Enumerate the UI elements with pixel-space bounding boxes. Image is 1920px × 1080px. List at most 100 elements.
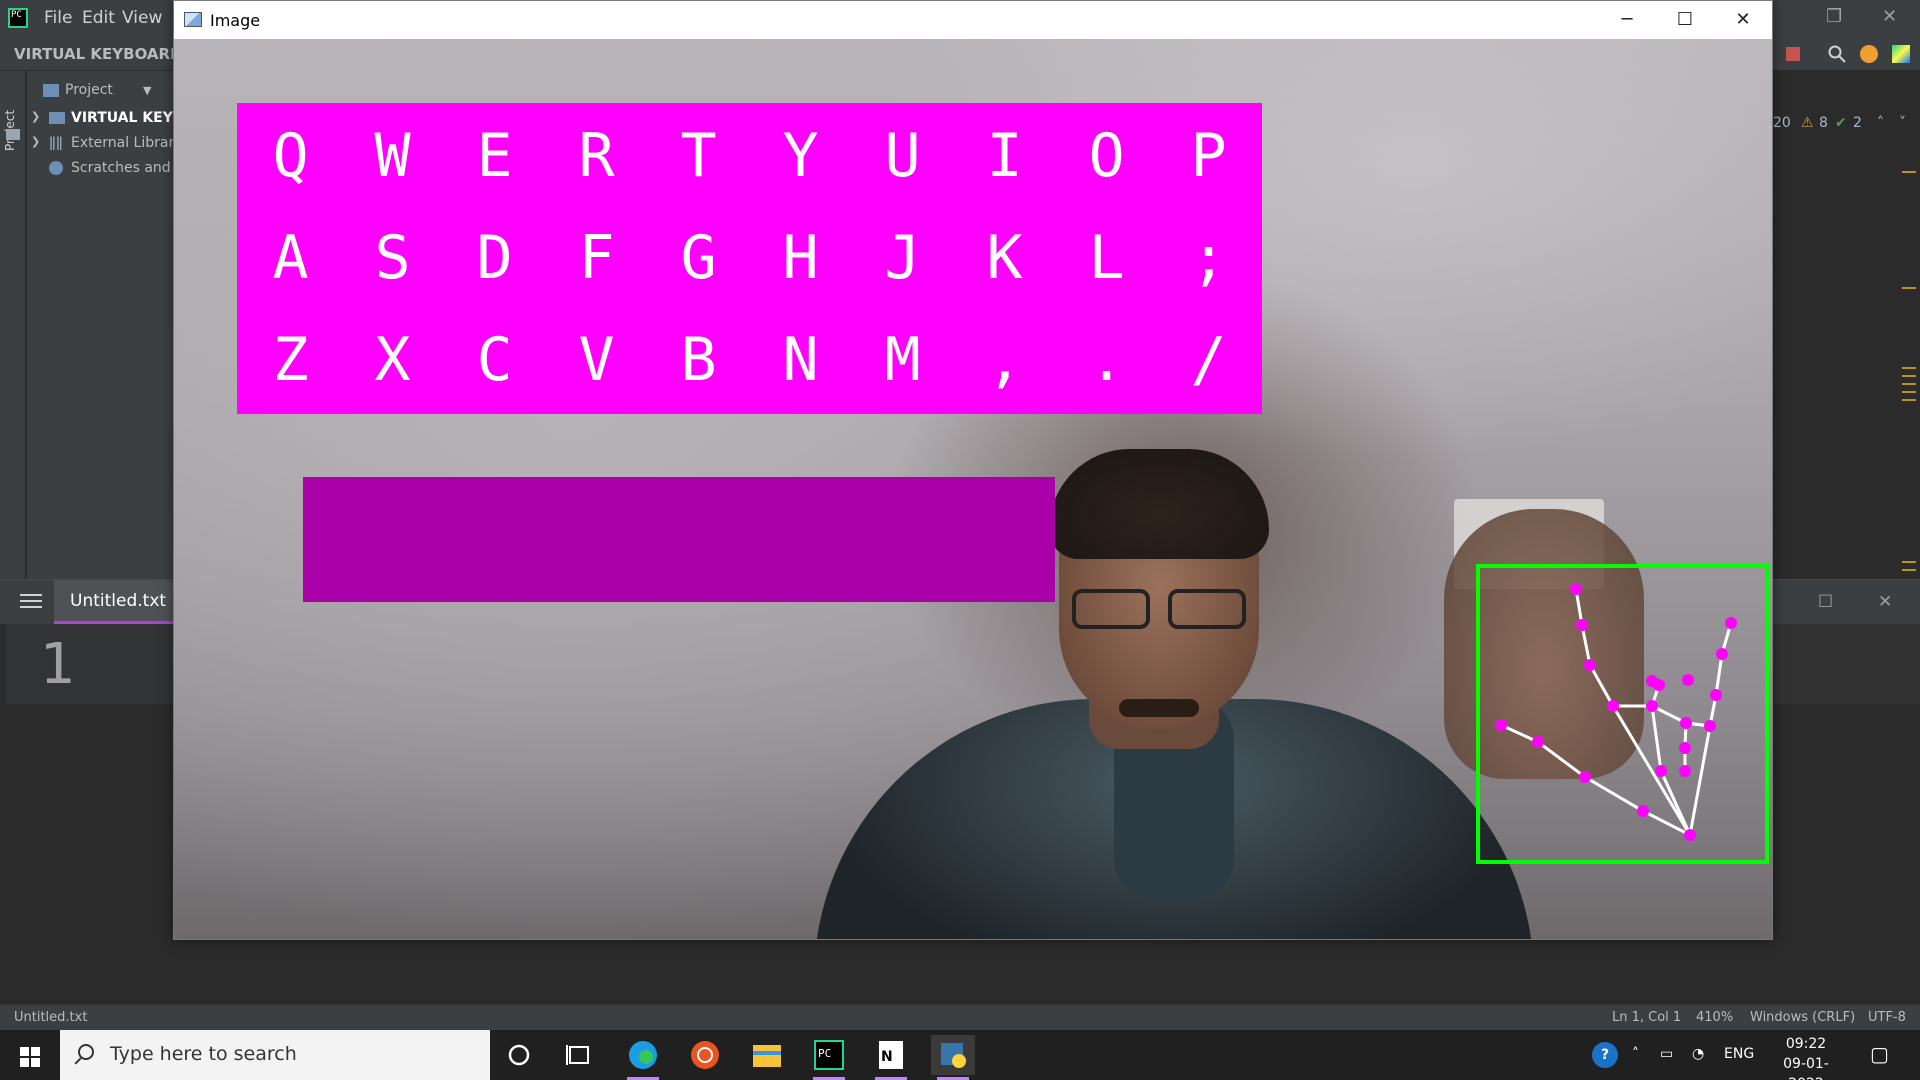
- key-0-8[interactable]: O: [1053, 103, 1160, 210]
- menu-edit[interactable]: Edit: [82, 8, 115, 28]
- key-1-5[interactable]: H: [747, 205, 854, 312]
- ide-close-icon[interactable]: ✕: [1882, 6, 1897, 27]
- image-window-titlebar[interactable]: Image ─ ☐ ✕: [174, 1, 1772, 39]
- key-0-1[interactable]: W: [339, 103, 446, 210]
- search-icon[interactable]: [1828, 45, 1846, 63]
- chevron-down-icon[interactable]: ˅: [1899, 115, 1906, 131]
- key-2-9[interactable]: /: [1155, 307, 1262, 414]
- stop-icon[interactable]: [1786, 47, 1800, 61]
- key-2-7[interactable]: ,: [951, 307, 1058, 414]
- close-panel-icon[interactable]: ✕: [1878, 592, 1892, 612]
- toolbox-icon[interactable]: [1892, 45, 1910, 63]
- key-1-1[interactable]: S: [339, 205, 446, 312]
- key-0-6[interactable]: U: [849, 103, 956, 210]
- tab-untitled-txt[interactable]: Untitled.txt: [54, 580, 183, 624]
- taskbar: Type here to search PC N ? ˄ ▭ ◔ ENG 09:…: [0, 1030, 1920, 1080]
- key-1-7[interactable]: K: [951, 205, 1058, 312]
- language-indicator[interactable]: ENG: [1724, 1046, 1754, 1062]
- key-2-3[interactable]: V: [543, 307, 650, 414]
- warnings-count[interactable]: 20: [1773, 115, 1791, 131]
- edge-icon[interactable]: [621, 1035, 665, 1080]
- svg-text:PC: PC: [818, 1047, 831, 1060]
- key-2-2[interactable]: C: [441, 307, 548, 414]
- status-zoom[interactable]: 410%: [1696, 1010, 1733, 1025]
- scroll-marker: [1902, 171, 1916, 173]
- folder-icon: [49, 112, 65, 124]
- clock-date: 09-01-2022: [1783, 1056, 1829, 1080]
- key-1-3[interactable]: F: [543, 205, 650, 312]
- minimize-button[interactable]: ─: [1598, 1, 1656, 39]
- scroll-marker: [1902, 391, 1916, 393]
- key-2-6[interactable]: M: [849, 307, 956, 414]
- scroll-marker: [1902, 375, 1916, 377]
- chevron-down-icon: ▼: [143, 84, 152, 97]
- scroll-marker: [1902, 367, 1916, 369]
- warning-icon: ⚠: [1801, 115, 1814, 131]
- key-1-0[interactable]: A: [237, 205, 344, 312]
- key-0-2[interactable]: E: [441, 103, 548, 210]
- ubuntu-icon[interactable]: [683, 1035, 727, 1075]
- weak-warnings-count[interactable]: 8: [1819, 115, 1828, 131]
- tool-window-strip: Project: [0, 71, 26, 579]
- key-0-5[interactable]: Y: [747, 103, 854, 210]
- chevron-up-icon[interactable]: ˄: [1877, 115, 1884, 131]
- key-2-0[interactable]: Z: [237, 307, 344, 414]
- status-position[interactable]: Ln 1, Col 1: [1612, 1010, 1681, 1025]
- key-0-0[interactable]: Q: [237, 103, 344, 210]
- project-tool-tab[interactable]: Project: [3, 81, 23, 151]
- project-view-icon: [43, 84, 59, 97]
- key-2-1[interactable]: X: [339, 307, 446, 414]
- tree-item-label: Scratches and: [71, 160, 171, 176]
- file-explorer-icon[interactable]: [745, 1035, 789, 1075]
- status-encoding[interactable]: UTF-8: [1868, 1010, 1906, 1025]
- notepad-icon[interactable]: N: [869, 1035, 913, 1080]
- ok-count[interactable]: 2: [1853, 115, 1862, 131]
- key-2-8[interactable]: .: [1053, 307, 1160, 414]
- search-icon: [78, 1044, 94, 1060]
- svg-text:N: N: [881, 1049, 893, 1065]
- python-icon[interactable]: [931, 1035, 975, 1080]
- key-2-4[interactable]: B: [645, 307, 752, 414]
- project-panel: Project ▼ ❯ VIRTUAL KEY ❯ ǁǁ External Li…: [27, 71, 177, 579]
- key-1-8[interactable]: L: [1053, 205, 1160, 312]
- maximize-panel-icon[interactable]: ☐: [1818, 592, 1833, 612]
- key-0-4[interactable]: T: [645, 103, 752, 210]
- status-file: Untitled.txt: [14, 1010, 88, 1025]
- notification-icon[interactable]: ▢: [1870, 1042, 1889, 1066]
- help-icon[interactable]: ?: [1592, 1042, 1618, 1068]
- window-app-icon: [184, 12, 202, 27]
- battery-icon[interactable]: ▭: [1660, 1046, 1673, 1062]
- key-1-4[interactable]: G: [645, 205, 752, 312]
- status-line-ending[interactable]: Windows (CRLF): [1750, 1010, 1855, 1025]
- pycharm-icon[interactable]: PC: [807, 1035, 851, 1080]
- key-2-5[interactable]: N: [747, 307, 854, 414]
- task-view-icon[interactable]: [557, 1035, 601, 1075]
- cortana-icon[interactable]: [497, 1035, 541, 1075]
- close-button[interactable]: ✕: [1714, 1, 1772, 39]
- chevron-right-icon: ❯: [31, 135, 41, 148]
- maximize-button[interactable]: ☐: [1656, 1, 1714, 39]
- chevron-up-icon[interactable]: ˄: [1632, 1046, 1639, 1062]
- key-1-6[interactable]: J: [849, 205, 956, 312]
- key-0-9[interactable]: P: [1155, 103, 1262, 210]
- key-0-3[interactable]: R: [543, 103, 650, 210]
- status-bar: Untitled.txt Ln 1, Col 1 410% Windows (C…: [0, 1004, 1920, 1030]
- desktop: File Edit View ❐ ✕ VIRTUAL KEYBOARD Proj…: [0, 0, 1920, 1080]
- key-1-2[interactable]: D: [441, 205, 548, 312]
- taskbar-search-box[interactable]: Type here to search: [60, 1030, 490, 1080]
- editor-right-edge: 20 ⚠ 8 ✔ 2 ˄ ˅: [1773, 71, 1920, 579]
- scratches-icon: [49, 161, 63, 175]
- webcam-frame[interactable]: Q W E R T Y U I O P A S D F G H J K L; Z X C V B N M,. /: [174, 39, 1772, 939]
- update-icon[interactable]: [1860, 45, 1878, 63]
- taskbar-clock[interactable]: 09:22 09-01-2022: [1766, 1034, 1846, 1080]
- ide-restore-icon[interactable]: ❐: [1826, 6, 1842, 27]
- chevron-right-icon: ❯: [31, 110, 41, 123]
- search-placeholder: Type here to search: [110, 1043, 297, 1065]
- wifi-icon[interactable]: ◔: [1692, 1046, 1704, 1062]
- key-1-9[interactable]: ;: [1155, 205, 1262, 312]
- hamburger-menu-icon[interactable]: [20, 594, 42, 608]
- menu-view[interactable]: View: [122, 8, 162, 28]
- menu-file[interactable]: File: [44, 8, 72, 28]
- key-0-7[interactable]: I: [951, 103, 1058, 210]
- windows-start-icon[interactable]: [20, 1047, 40, 1067]
